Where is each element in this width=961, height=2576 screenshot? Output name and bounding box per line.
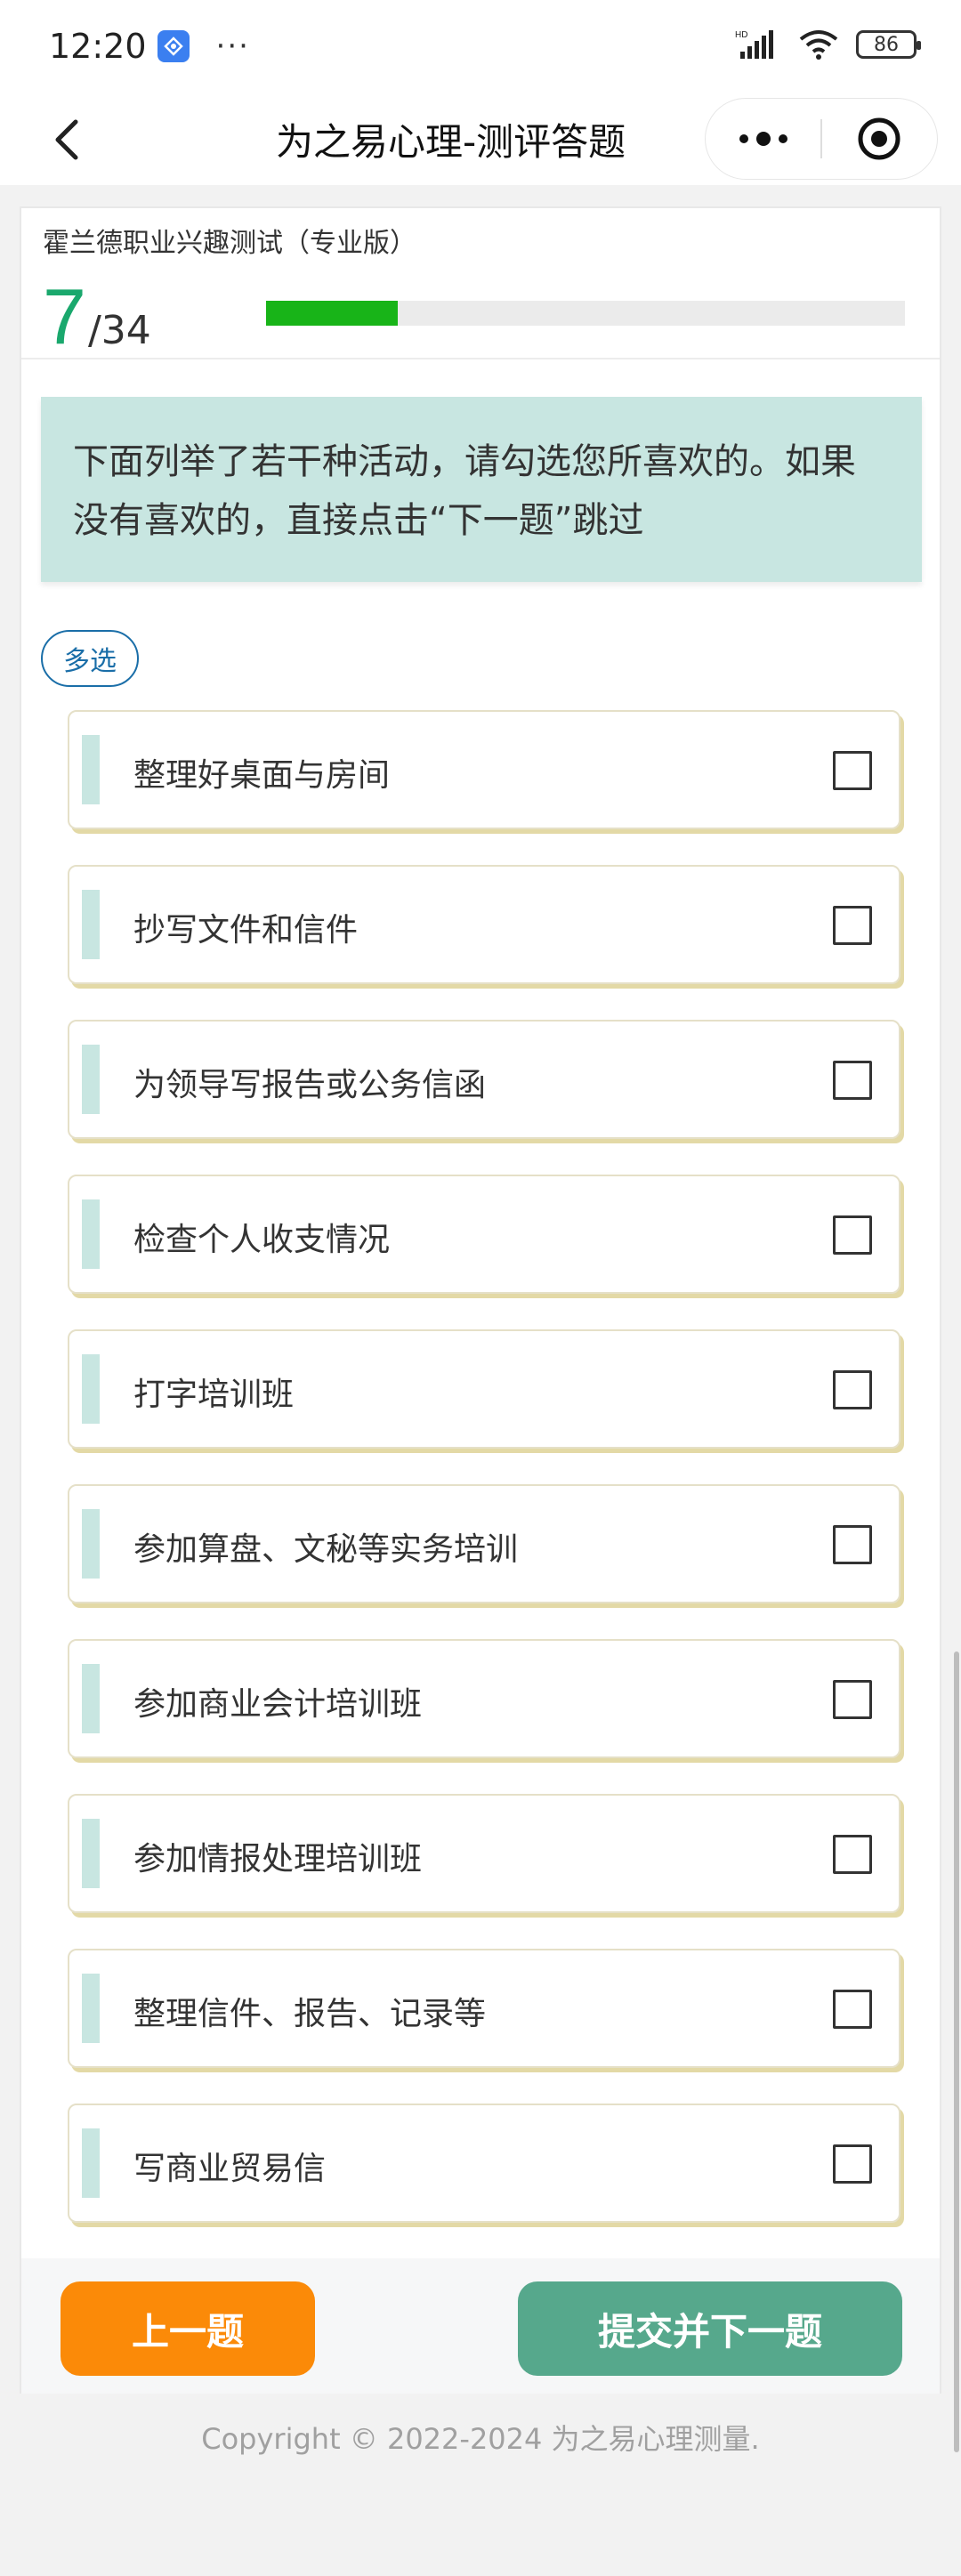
option-label: 整理信件、报告、记录等 bbox=[133, 1996, 487, 2032]
option-accent-bar bbox=[82, 1045, 100, 1114]
checkbox[interactable] bbox=[833, 1990, 872, 2029]
option-item[interactable]: 参加算盘、文秘等实务培训 bbox=[68, 1484, 900, 1603]
copyright-text: Copyright © 2022-2024 为之易心理测量. bbox=[201, 2422, 760, 2456]
option-item[interactable]: 打字培训班 bbox=[68, 1329, 900, 1449]
status-time: 12:20 bbox=[49, 27, 147, 66]
battery-icon: 86 bbox=[856, 30, 921, 59]
option-accent-bar bbox=[82, 1509, 100, 1579]
target-close-icon bbox=[858, 117, 900, 160]
more-notifications-icon: ··· bbox=[215, 28, 250, 64]
option-accent-bar bbox=[82, 1819, 100, 1888]
divider bbox=[21, 358, 940, 359]
option-accent-bar bbox=[82, 890, 100, 959]
option-label: 检查个人收支情况 bbox=[133, 1222, 391, 1258]
network-label: HD bbox=[735, 30, 747, 40]
option-label: 抄写文件和信件 bbox=[133, 912, 359, 949]
checkbox[interactable] bbox=[833, 751, 872, 790]
app-notification-icon bbox=[157, 30, 190, 62]
option-item[interactable]: 整理好桌面与房间 bbox=[68, 710, 900, 829]
option-label: 整理好桌面与房间 bbox=[133, 757, 391, 794]
checkbox[interactable] bbox=[833, 906, 872, 945]
option-label: 参加情报处理培训班 bbox=[133, 1841, 423, 1877]
checkbox[interactable] bbox=[833, 1525, 872, 1564]
prev-question-button[interactable]: 上一题 bbox=[61, 2281, 315, 2376]
close-mini-program-button[interactable] bbox=[822, 99, 937, 179]
status-icons: HD 86 bbox=[735, 28, 921, 61]
option-label: 打字培训班 bbox=[133, 1377, 295, 1413]
progress-bar bbox=[266, 301, 905, 326]
option-item[interactable]: 抄写文件和信件 bbox=[68, 865, 900, 984]
chevron-left-icon bbox=[55, 119, 78, 160]
current-question-number: 7 bbox=[43, 272, 86, 360]
wifi-icon bbox=[799, 30, 838, 60]
page-title: 为之易心理-测评答题 bbox=[276, 120, 626, 164]
option-accent-bar bbox=[82, 735, 100, 804]
option-label: 参加商业会计培训班 bbox=[133, 1686, 423, 1723]
option-accent-bar bbox=[82, 1199, 100, 1269]
progress-fill bbox=[266, 301, 398, 326]
option-item[interactable]: 整理信件、报告、记录等 bbox=[68, 1949, 900, 2068]
option-label: 为领导写报告或公务信函 bbox=[133, 1067, 487, 1103]
more-dots-icon bbox=[739, 132, 787, 146]
quiz-name: 霍兰德职业兴趣测试（专业版） bbox=[43, 228, 416, 259]
option-accent-bar bbox=[82, 1354, 100, 1424]
checkbox[interactable] bbox=[833, 1215, 872, 1255]
more-button[interactable] bbox=[706, 99, 820, 179]
status-bar: 12:20 ··· HD 86 bbox=[0, 0, 961, 93]
submit-next-button[interactable]: 提交并下一题 bbox=[518, 2281, 902, 2376]
question-type-badge: 多选 bbox=[41, 630, 139, 687]
option-label: 参加算盘、文秘等实务培训 bbox=[133, 1531, 519, 1568]
option-item[interactable]: 参加情报处理培训班 bbox=[68, 1794, 900, 1913]
total-questions: /34 bbox=[87, 308, 151, 353]
checkbox[interactable] bbox=[833, 1370, 872, 1409]
question-text: 下面列举了若干种活动，请勾选您所喜欢的。如果没有喜欢的，直接点击“下一题”跳过 bbox=[41, 397, 922, 582]
option-item[interactable]: 为领导写报告或公务信函 bbox=[68, 1020, 900, 1139]
option-label: 写商业贸易信 bbox=[133, 2151, 327, 2187]
quiz-card: 霍兰德职业兴趣测试（专业版） 7 /34 下面列举了若干种活动，请勾选您所喜欢的… bbox=[20, 206, 941, 2394]
option-item[interactable]: 写商业贸易信 bbox=[68, 2104, 900, 2223]
checkbox[interactable] bbox=[833, 2144, 872, 2184]
option-item[interactable]: 检查个人收支情况 bbox=[68, 1175, 900, 1294]
progress-counter: 7 /34 bbox=[43, 278, 151, 356]
nav-bar: 为之易心理-测评答题 bbox=[0, 93, 961, 185]
back-button[interactable] bbox=[36, 109, 98, 171]
signal-icon: HD bbox=[735, 30, 773, 59]
scrollbar[interactable] bbox=[954, 1651, 959, 2452]
option-accent-bar bbox=[82, 1664, 100, 1733]
option-item[interactable]: 参加商业会计培训班 bbox=[68, 1639, 900, 1758]
checkbox[interactable] bbox=[833, 1680, 872, 1719]
option-accent-bar bbox=[82, 1974, 100, 2043]
checkbox[interactable] bbox=[833, 1835, 872, 1874]
checkbox[interactable] bbox=[833, 1061, 872, 1100]
option-accent-bar bbox=[82, 2128, 100, 2198]
mini-program-capsule bbox=[705, 98, 938, 180]
